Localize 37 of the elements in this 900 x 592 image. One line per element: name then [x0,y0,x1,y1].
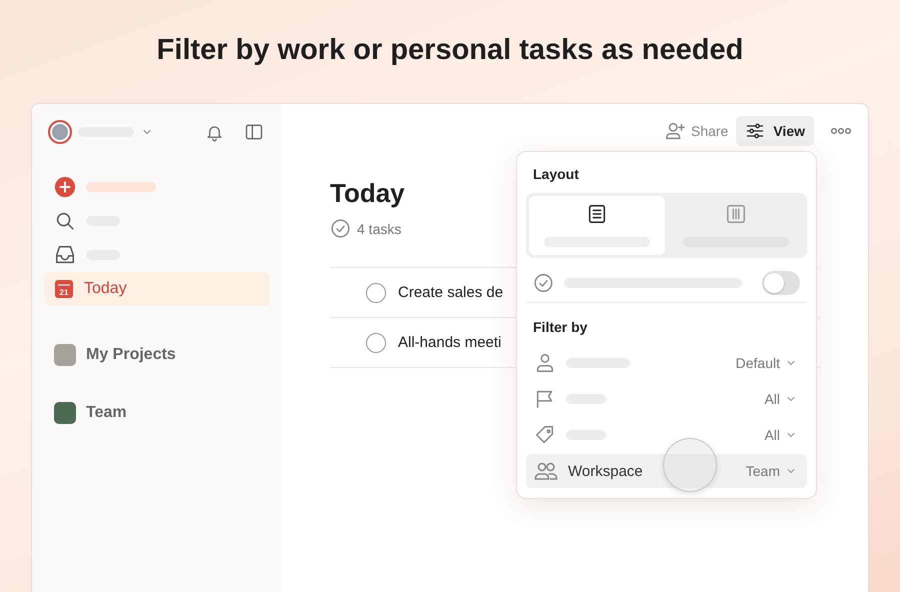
task-checkbox[interactable] [366,332,386,352]
section-heading: Filter by [532,318,588,338]
list-icon [586,203,608,226]
filter-row[interactable]: All [526,418,807,452]
plus-icon [54,176,76,198]
section-heading: Layout [532,165,580,184]
filter-row[interactable]: Workspace Team [526,454,807,488]
view-button[interactable]: View [736,116,814,146]
add-person-icon [664,120,686,142]
avatar[interactable] [48,120,72,144]
toggle-switch[interactable] [762,270,800,295]
calendar-icon: 21 [54,279,74,299]
headline: Filter by work or personal tasks as needed [156,33,744,68]
check-circle-icon [330,218,351,239]
placeholder-bar [86,182,156,192]
person-icon [534,352,556,374]
touch-indicator [663,438,717,492]
task-checkbox[interactable] [366,282,386,302]
project-image [54,402,76,424]
sidebar-item[interactable]: 21 Today [44,272,270,306]
task-title[interactable]: All-hands meeti [398,334,502,351]
search-icon [54,210,76,232]
project-label[interactable]: My Projects [86,346,176,364]
project-label[interactable]: Team [86,404,127,422]
page-title: Today [330,178,406,208]
sliders-icon [745,121,766,141]
board-icon [725,203,747,226]
project-image [54,344,76,366]
more-icon [831,127,851,135]
check-circle-icon [533,272,554,294]
share-button[interactable]: Share [660,116,732,146]
inbox-icon [54,244,76,266]
filter-row[interactable]: All [526,382,807,416]
sidebar-icon [244,122,264,142]
task-title[interactable]: Create sales de [398,284,504,301]
filter-row[interactable]: Default [526,346,807,380]
task-count: 4 tasks [357,220,402,236]
